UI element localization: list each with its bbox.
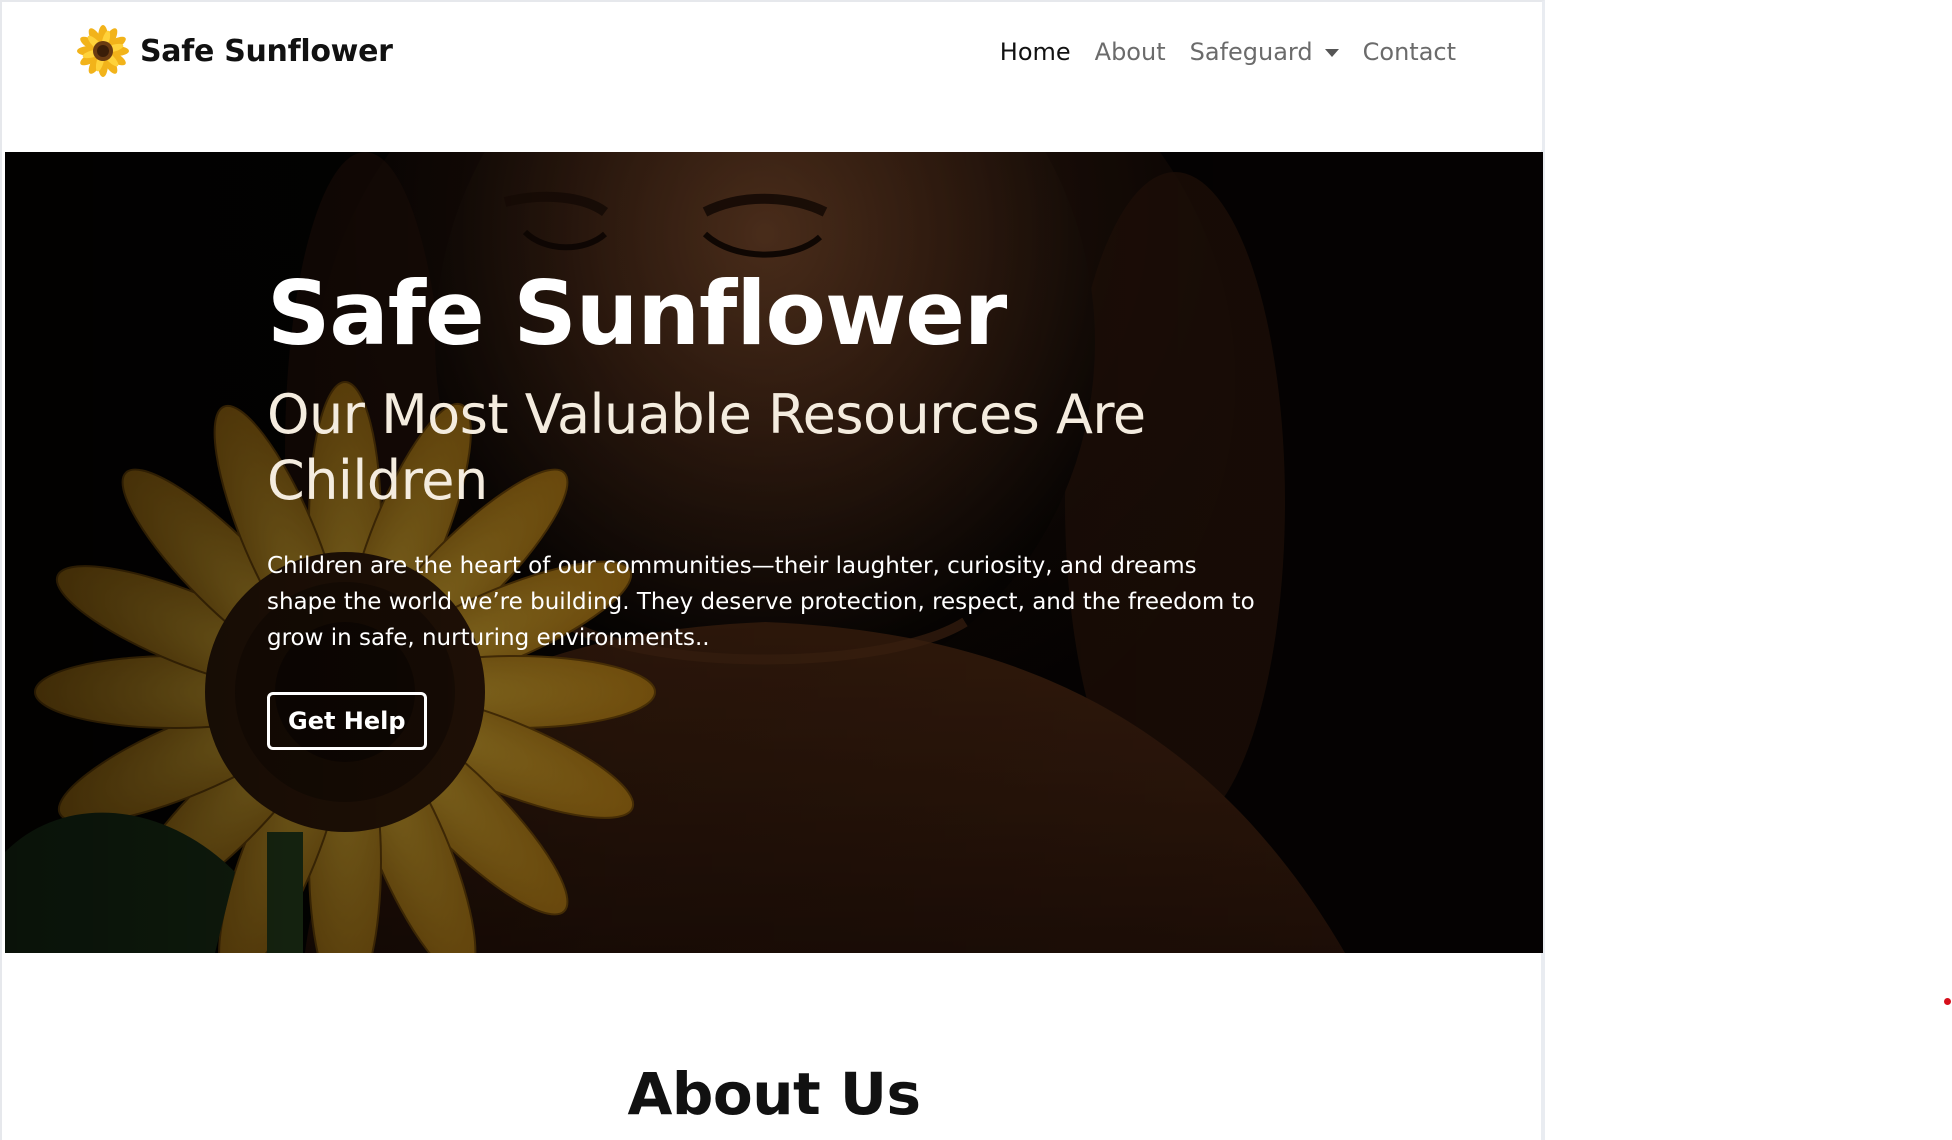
hero-title: Safe Sunflower — [267, 262, 1007, 365]
get-help-button[interactable]: Get Help — [267, 692, 427, 750]
brand-link[interactable]: Safe Sunflower — [76, 24, 393, 78]
chevron-down-icon — [1324, 49, 1339, 57]
hero-subtitle: Our Most Valuable Resources Are Children — [267, 383, 1146, 512]
nav-contact[interactable]: Contact — [1351, 34, 1468, 70]
about-title: About Us — [627, 1060, 921, 1128]
hero-description: Children are the heart of our communitie… — [267, 553, 1255, 651]
brand-name: Safe Sunflower — [140, 33, 393, 69]
nav-safeguard-dropdown[interactable]: Safeguard — [1178, 34, 1351, 70]
sunflower-icon — [77, 25, 129, 77]
main-nav: Home About Safeguard Contact — [988, 34, 1468, 70]
red-dot-marker — [1944, 998, 1951, 1005]
hero-content: Safe Sunflower Our Most Valuable Resourc… — [267, 270, 1267, 750]
nav-safeguard-label: Safeguard — [1189, 38, 1313, 66]
navbar: Safe Sunflower Home About Safeguard Cont… — [4, 2, 1542, 150]
nav-home[interactable]: Home — [988, 34, 1083, 70]
hero-section: Safe Sunflower Our Most Valuable Resourc… — [5, 152, 1543, 953]
nav-about[interactable]: About — [1083, 34, 1178, 70]
